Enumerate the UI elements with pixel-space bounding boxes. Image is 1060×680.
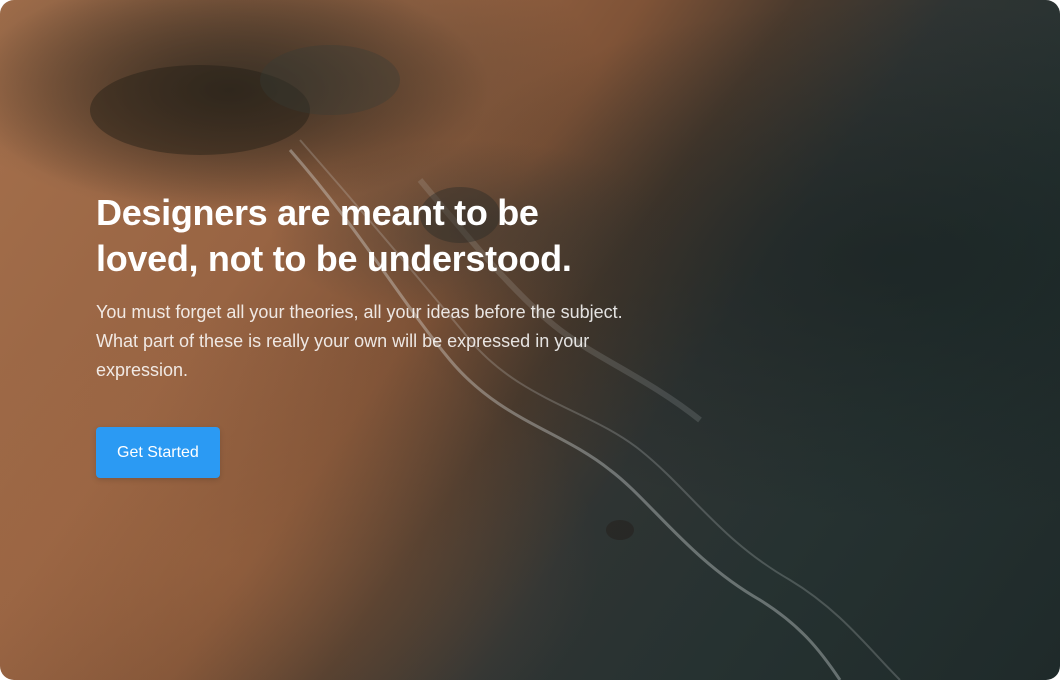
hero-section: Designers are meant to be loved, not to … — [0, 0, 1060, 680]
hero-content: Designers are meant to be loved, not to … — [96, 190, 716, 478]
get-started-button[interactable]: Get Started — [96, 427, 220, 478]
hero-headline: Designers are meant to be loved, not to … — [96, 190, 716, 282]
headline-line-2: loved, not to be understood. — [96, 238, 572, 279]
headline-line-1: Designers are meant to be — [96, 192, 539, 233]
hero-subtext: You must forget all your theories, all y… — [96, 302, 623, 380]
